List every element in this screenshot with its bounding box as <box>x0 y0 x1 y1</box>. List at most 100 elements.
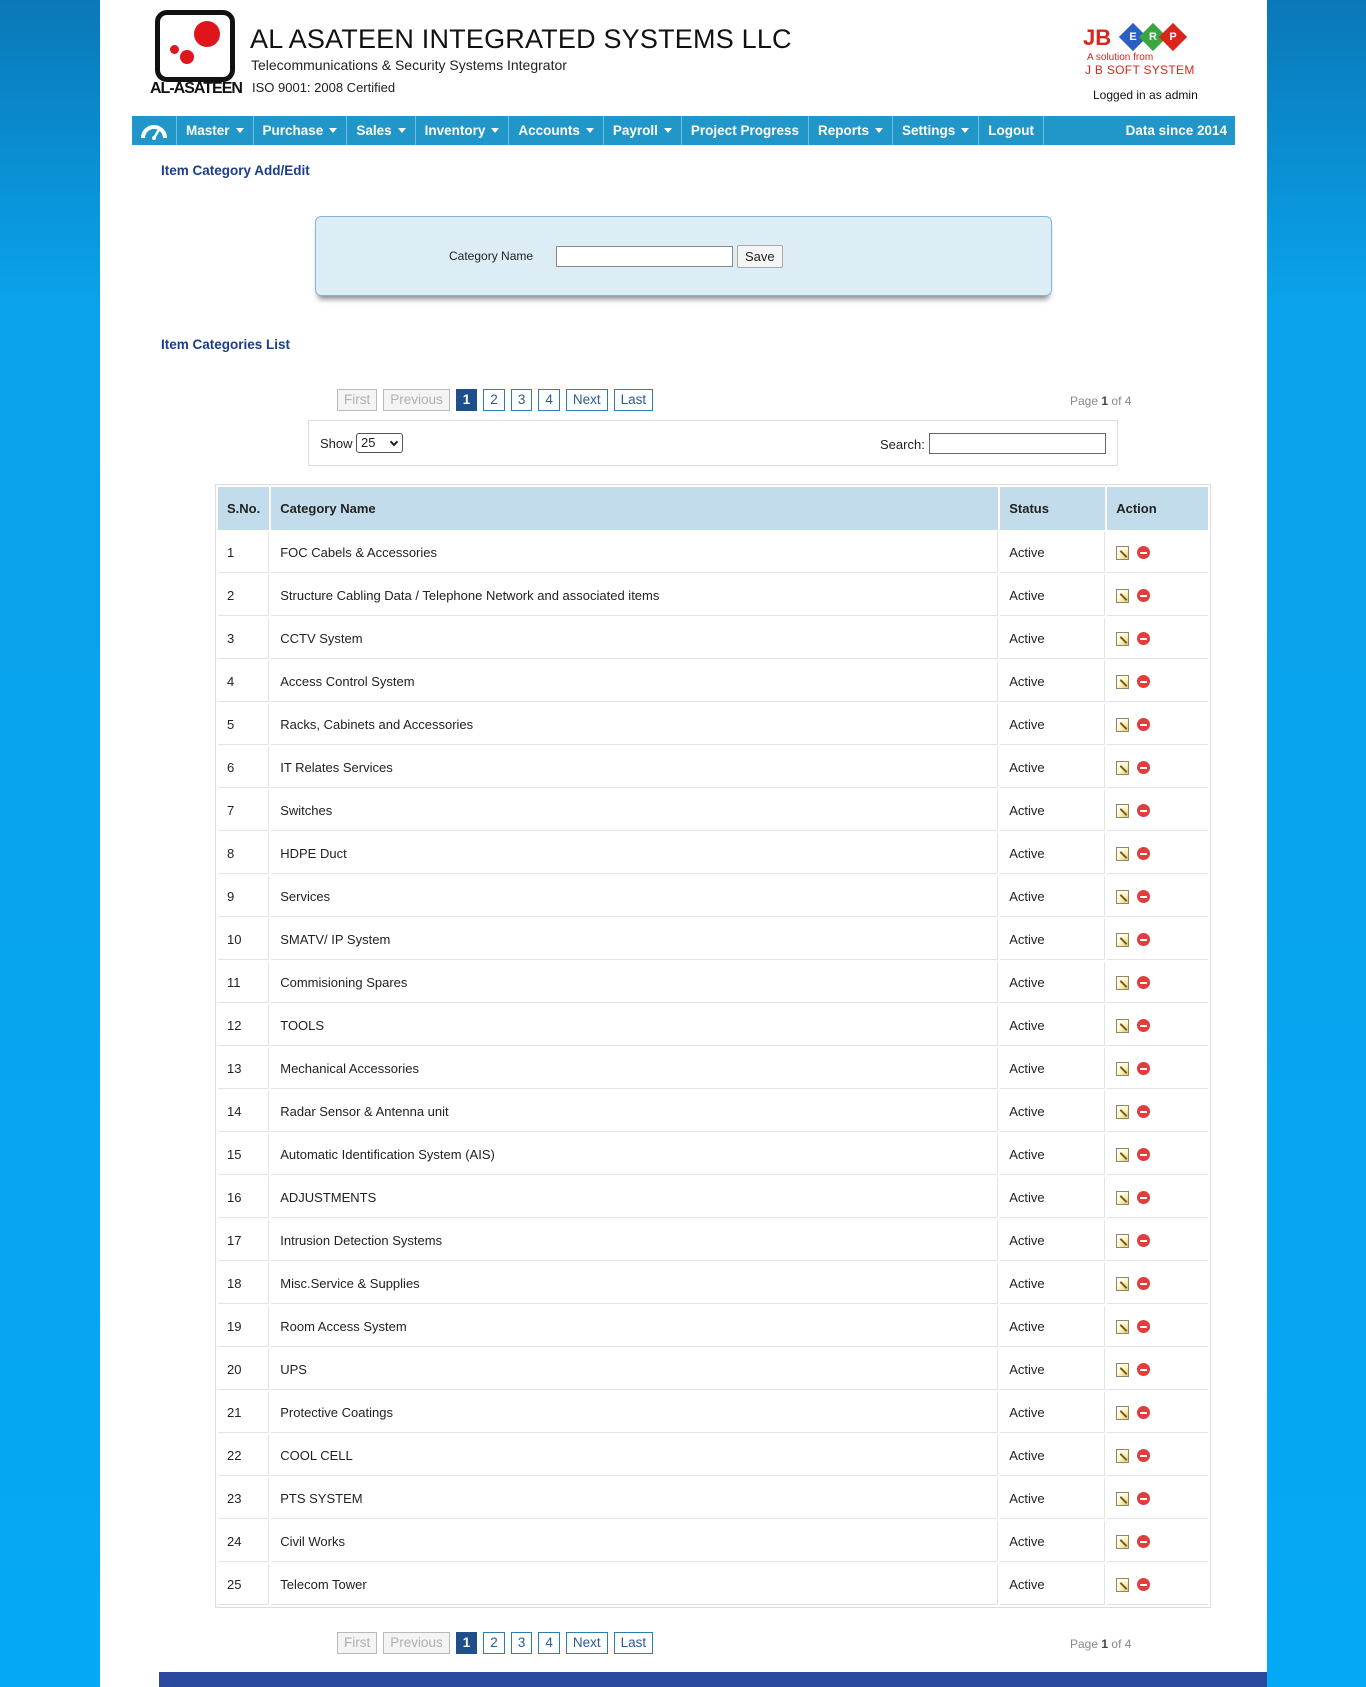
delete-minus-icon[interactable] <box>1137 804 1151 818</box>
cell-sno: 14 <box>218 1091 270 1132</box>
edit-pencil-icon[interactable] <box>1116 1491 1130 1506</box>
column-header-action: Action <box>1107 487 1208 530</box>
edit-pencil-icon[interactable] <box>1116 674 1130 689</box>
edit-pencil-icon[interactable] <box>1116 846 1130 861</box>
column-header-status[interactable]: Status <box>1000 487 1106 530</box>
edit-pencil-icon[interactable] <box>1116 1276 1130 1291</box>
pager-page-3[interactable]: 3 <box>510 389 533 411</box>
cell-action <box>1107 1478 1208 1519</box>
edit-pencil-icon[interactable] <box>1116 1104 1130 1119</box>
nav-inventory[interactable]: Inventory <box>416 116 510 145</box>
cell-sno: 21 <box>218 1392 270 1433</box>
delete-minus-icon[interactable] <box>1137 1578 1151 1592</box>
cell-action <box>1107 790 1208 831</box>
nav-purchase[interactable]: Purchase <box>254 116 348 145</box>
edit-pencil-icon[interactable] <box>1116 975 1130 990</box>
delete-minus-icon[interactable] <box>1137 761 1151 775</box>
edit-pencil-icon[interactable] <box>1116 932 1130 947</box>
edit-pencil-icon[interactable] <box>1116 1534 1130 1549</box>
cell-category-name: CCTV System <box>271 618 999 659</box>
delete-minus-icon[interactable] <box>1137 589 1151 603</box>
edit-pencil-icon[interactable] <box>1116 588 1130 603</box>
edit-pencil-icon[interactable] <box>1116 1448 1130 1463</box>
save-button[interactable]: Save <box>737 245 783 268</box>
edit-pencil-icon[interactable] <box>1116 1147 1130 1162</box>
pager-first-button[interactable]: First <box>337 389 378 411</box>
delete-minus-icon[interactable] <box>1137 632 1151 646</box>
search-input[interactable] <box>929 433 1106 454</box>
delete-minus-icon[interactable] <box>1137 718 1151 732</box>
delete-minus-icon[interactable] <box>1137 890 1151 904</box>
pager-previous-button[interactable]: Previous <box>383 1632 450 1654</box>
column-header-category-name[interactable]: Category Name <box>271 487 999 530</box>
delete-minus-icon[interactable] <box>1137 1105 1151 1119</box>
delete-minus-icon[interactable] <box>1137 1406 1151 1420</box>
delete-minus-icon[interactable] <box>1137 1019 1151 1033</box>
pager-page-2[interactable]: 2 <box>483 1632 505 1654</box>
delete-minus-icon[interactable] <box>1137 847 1151 861</box>
delete-minus-icon[interactable] <box>1137 1449 1151 1463</box>
delete-minus-icon[interactable] <box>1137 1148 1151 1162</box>
pager-page-1[interactable]: 1 <box>455 1632 478 1654</box>
table-body: 1 FOC Cabels & Accessories Active 2 Structur… <box>218 532 1208 1605</box>
delete-minus-icon[interactable] <box>1137 1492 1151 1506</box>
edit-pencil-icon[interactable] <box>1116 1233 1130 1248</box>
edit-pencil-icon[interactable] <box>1116 1405 1130 1420</box>
delete-minus-icon[interactable] <box>1137 1363 1151 1377</box>
cell-category-name: Racks, Cabinets and Accessories <box>271 704 999 745</box>
delete-minus-icon[interactable] <box>1137 1277 1151 1291</box>
table-row: 5 Racks, Cabinets and Accessories Active <box>218 704 1208 745</box>
column-header-sno[interactable]: S.No. <box>218 487 270 530</box>
delete-minus-icon[interactable] <box>1137 1535 1151 1549</box>
pager-next-button[interactable]: Next <box>565 389 608 411</box>
nav-master[interactable]: Master <box>177 116 254 145</box>
pager-page-2[interactable]: 2 <box>483 389 505 411</box>
cell-category-name: COOL CELL <box>271 1435 999 1476</box>
nav-sales[interactable]: Sales <box>347 116 416 145</box>
delete-minus-icon[interactable] <box>1137 1234 1151 1248</box>
category-form-panel: Category Name Save <box>315 216 1052 296</box>
cell-sno: 8 <box>218 833 270 874</box>
edit-pencil-icon[interactable] <box>1116 1319 1130 1334</box>
edit-pencil-icon[interactable] <box>1116 545 1130 560</box>
pager-page-3[interactable]: 3 <box>510 1632 533 1654</box>
category-name-label: Category Name <box>449 249 534 263</box>
page-size-select[interactable]: 25 <box>356 433 403 453</box>
dashboard-home-button[interactable] <box>132 116 177 145</box>
pager-first-button[interactable]: First <box>337 1632 378 1654</box>
pager-previous-button[interactable]: Previous <box>383 389 450 411</box>
nav-logout[interactable]: Logout <box>979 116 1044 145</box>
nav-payroll[interactable]: Payroll <box>604 116 682 145</box>
pager-page-1[interactable]: 1 <box>455 389 478 411</box>
pager-last-button[interactable]: Last <box>613 1632 654 1654</box>
delete-minus-icon[interactable] <box>1137 1320 1151 1334</box>
edit-pencil-icon[interactable] <box>1116 889 1130 904</box>
edit-pencil-icon[interactable] <box>1116 631 1130 646</box>
delete-minus-icon[interactable] <box>1137 1191 1151 1205</box>
page-info-top: Page 1 of 4 <box>1070 394 1132 408</box>
edit-pencil-icon[interactable] <box>1116 1577 1130 1592</box>
edit-pencil-icon[interactable] <box>1116 1190 1130 1205</box>
edit-pencil-icon[interactable] <box>1116 1018 1130 1033</box>
nav-accounts[interactable]: Accounts <box>509 116 604 145</box>
delete-minus-icon[interactable] <box>1137 933 1151 947</box>
cell-action <box>1107 661 1208 702</box>
edit-pencil-icon[interactable] <box>1116 1061 1130 1076</box>
delete-minus-icon[interactable] <box>1137 1062 1151 1076</box>
delete-minus-icon[interactable] <box>1137 675 1151 689</box>
nav-project-progress[interactable]: Project Progress <box>682 116 809 145</box>
category-name-input[interactable] <box>556 246 733 267</box>
delete-minus-icon[interactable] <box>1137 546 1151 560</box>
edit-pencil-icon[interactable] <box>1116 1362 1130 1377</box>
nav-settings[interactable]: Settings <box>893 116 980 145</box>
edit-pencil-icon[interactable] <box>1116 803 1130 818</box>
nav-reports[interactable]: Reports <box>809 116 893 145</box>
pager-next-button[interactable]: Next <box>565 1632 608 1654</box>
pager-page-4[interactable]: 4 <box>538 389 560 411</box>
delete-minus-icon[interactable] <box>1137 976 1151 990</box>
pager-last-button[interactable]: Last <box>613 389 654 411</box>
cell-action <box>1107 532 1208 573</box>
edit-pencil-icon[interactable] <box>1116 760 1130 775</box>
edit-pencil-icon[interactable] <box>1116 717 1130 732</box>
pager-page-4[interactable]: 4 <box>538 1632 560 1654</box>
